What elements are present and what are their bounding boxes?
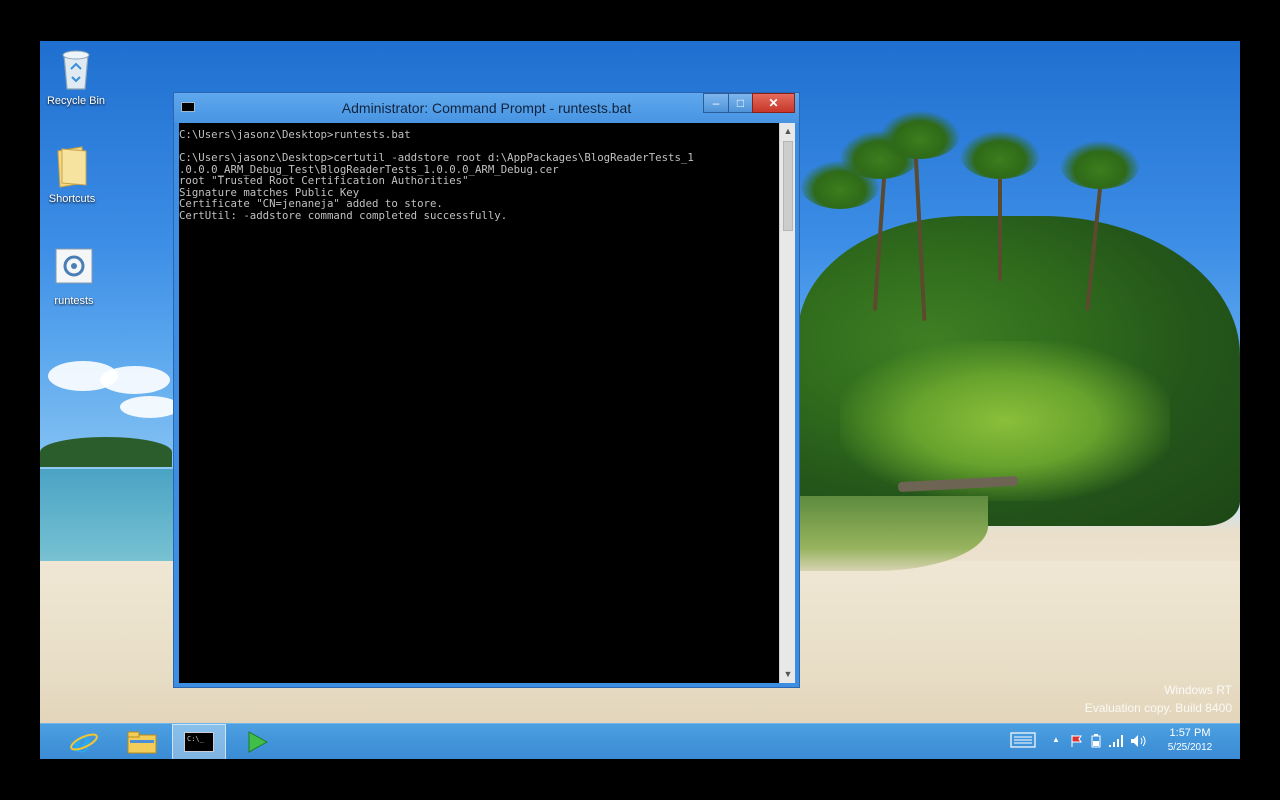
keyboard-icon[interactable] bbox=[1010, 732, 1036, 751]
command-prompt-window[interactable]: Administrator: Command Prompt - runtests… bbox=[173, 92, 800, 688]
maximize-button[interactable]: □ bbox=[728, 93, 753, 113]
close-button[interactable]: ✕ bbox=[752, 93, 795, 113]
console-line: C:\Users\jasonz\Desktop>certutil -addsto… bbox=[179, 151, 694, 164]
minimize-button[interactable]: – bbox=[703, 93, 729, 113]
palm-crown bbox=[960, 131, 1040, 179]
scroll-up-arrow-icon[interactable]: ▲ bbox=[780, 123, 796, 140]
command-prompt-icon: C:\_ bbox=[184, 732, 214, 752]
vertical-scrollbar[interactable]: ▲ ▼ bbox=[779, 123, 795, 683]
desktop-icon-recycle-bin[interactable]: Recycle Bin bbox=[40, 47, 112, 107]
cloud bbox=[120, 396, 180, 418]
desktop-icon-label: Recycle Bin bbox=[46, 95, 106, 107]
watermark-build: Evaluation copy. Build 8400 bbox=[1084, 701, 1232, 715]
taskbar-file-explorer[interactable] bbox=[114, 724, 168, 759]
recycle-bin-icon bbox=[56, 47, 96, 91]
cloud bbox=[100, 366, 170, 394]
palm-crown bbox=[880, 111, 960, 159]
internet-explorer-icon: e bbox=[69, 726, 99, 759]
console-line: C:\Users\jasonz\Desktop>runtests.bat bbox=[179, 128, 411, 141]
console-line: root "Trusted Root Certification Authori… bbox=[179, 174, 469, 187]
taskbar-internet-explorer[interactable]: e bbox=[56, 724, 110, 759]
system-tray: ▲ 1:57 PM 5/25/2012 bbox=[1000, 724, 1240, 759]
palm-crown bbox=[1060, 141, 1140, 189]
desktop-icon-runtests[interactable]: runtests bbox=[40, 247, 110, 307]
clock-time[interactable]: 1:57 PM bbox=[1160, 727, 1220, 739]
cmd-prompt-glyph: C:\_ bbox=[187, 735, 204, 743]
file-explorer-icon bbox=[127, 730, 157, 759]
console-output[interactable]: C:\Users\jasonz\Desktop>runtests.bat C:\… bbox=[179, 123, 779, 683]
scrollbar-thumb[interactable] bbox=[783, 141, 793, 231]
window-titlebar[interactable]: Administrator: Command Prompt - runtests… bbox=[174, 93, 799, 123]
folder-icon bbox=[52, 145, 92, 189]
taskbar: e C:\_ ▲ 1:57 PM 5/25/2012 bbox=[40, 723, 1240, 759]
palm-crown bbox=[800, 161, 880, 209]
taskbar-command-prompt[interactable]: C:\_ bbox=[172, 724, 226, 759]
scroll-down-arrow-icon[interactable]: ▼ bbox=[780, 666, 796, 683]
watermark-edition: Windows RT bbox=[1164, 683, 1232, 697]
distant-island bbox=[40, 437, 172, 467]
taskbar-run-app[interactable] bbox=[230, 724, 284, 759]
console-line: Certificate "CN=jenaneja" added to store… bbox=[179, 197, 443, 210]
show-hidden-icons-button[interactable]: ▲ bbox=[1052, 735, 1060, 744]
battery-icon[interactable] bbox=[1090, 734, 1102, 751]
batch-file-icon bbox=[54, 247, 94, 291]
desktop-icon-shortcuts[interactable]: Shortcuts bbox=[40, 145, 108, 205]
windows-watermark: Windows RT Evaluation copy. Build 8400 bbox=[1085, 681, 1232, 717]
action-center-flag-icon[interactable] bbox=[1070, 734, 1084, 751]
palm-trunk bbox=[998, 171, 1002, 281]
network-signal-icon[interactable] bbox=[1108, 734, 1124, 751]
desktop-icon-label: Shortcuts bbox=[48, 193, 96, 205]
clock-date[interactable]: 5/25/2012 bbox=[1160, 742, 1220, 753]
desktop-icon-label: runtests bbox=[54, 295, 94, 307]
volume-icon[interactable] bbox=[1130, 734, 1146, 751]
desktop: Windows RT Evaluation copy. Build 8400 R… bbox=[40, 41, 1240, 759]
play-icon bbox=[247, 730, 269, 759]
console-line: CertUtil: -addstore command completed su… bbox=[179, 208, 508, 222]
